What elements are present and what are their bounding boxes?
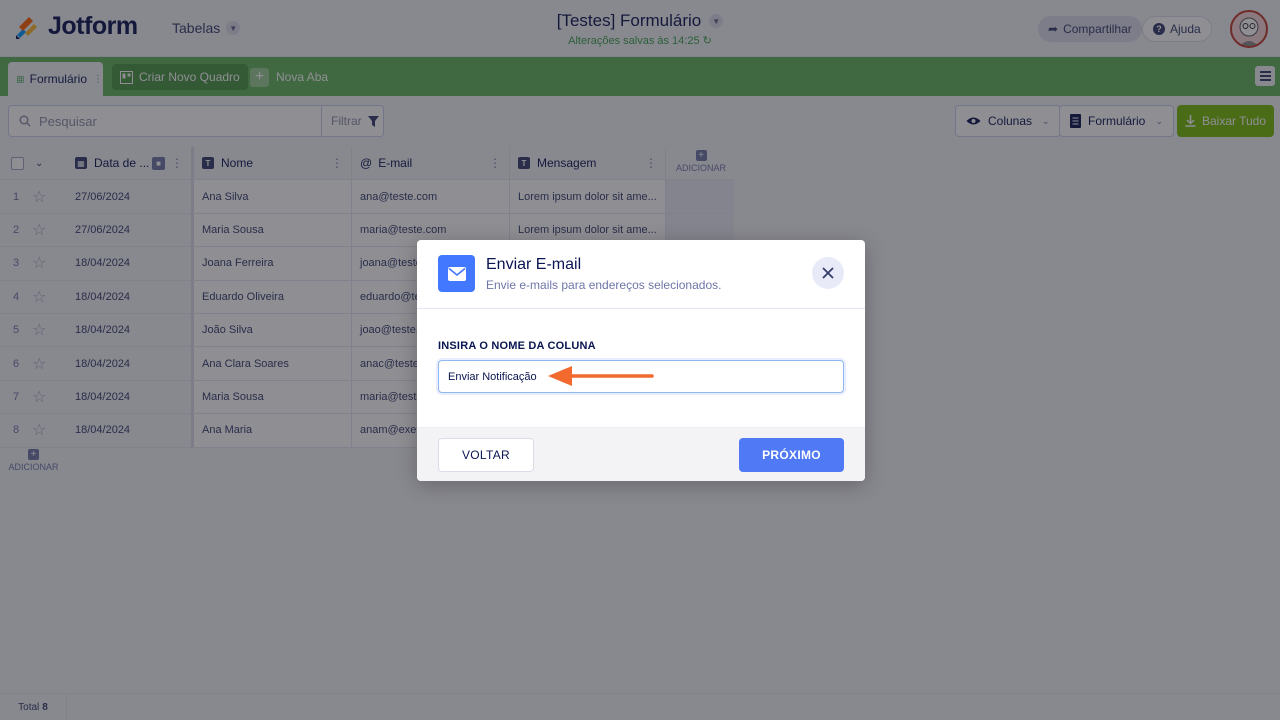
dialog-footer: VOLTAR PRÓXIMO (417, 427, 865, 481)
send-email-dialog: Enviar E-mail Envie e-mails para endereç… (417, 240, 865, 481)
column-name-label: INSIRA O NOME DA COLUNA (438, 340, 596, 352)
dialog-header: Enviar E-mail Envie e-mails para endereç… (417, 240, 865, 309)
dialog-subtitle: Envie e-mails para endereços selecionado… (486, 278, 722, 292)
dialog-title: Enviar E-mail (486, 256, 582, 273)
next-button[interactable]: PRÓXIMO (739, 438, 844, 472)
column-name-input[interactable] (438, 360, 844, 393)
close-icon (822, 267, 834, 279)
envelope-icon (438, 255, 475, 292)
dialog-body: INSIRA O NOME DA COLUNA (417, 309, 865, 427)
close-button[interactable] (812, 257, 844, 289)
back-button[interactable]: VOLTAR (438, 438, 534, 472)
